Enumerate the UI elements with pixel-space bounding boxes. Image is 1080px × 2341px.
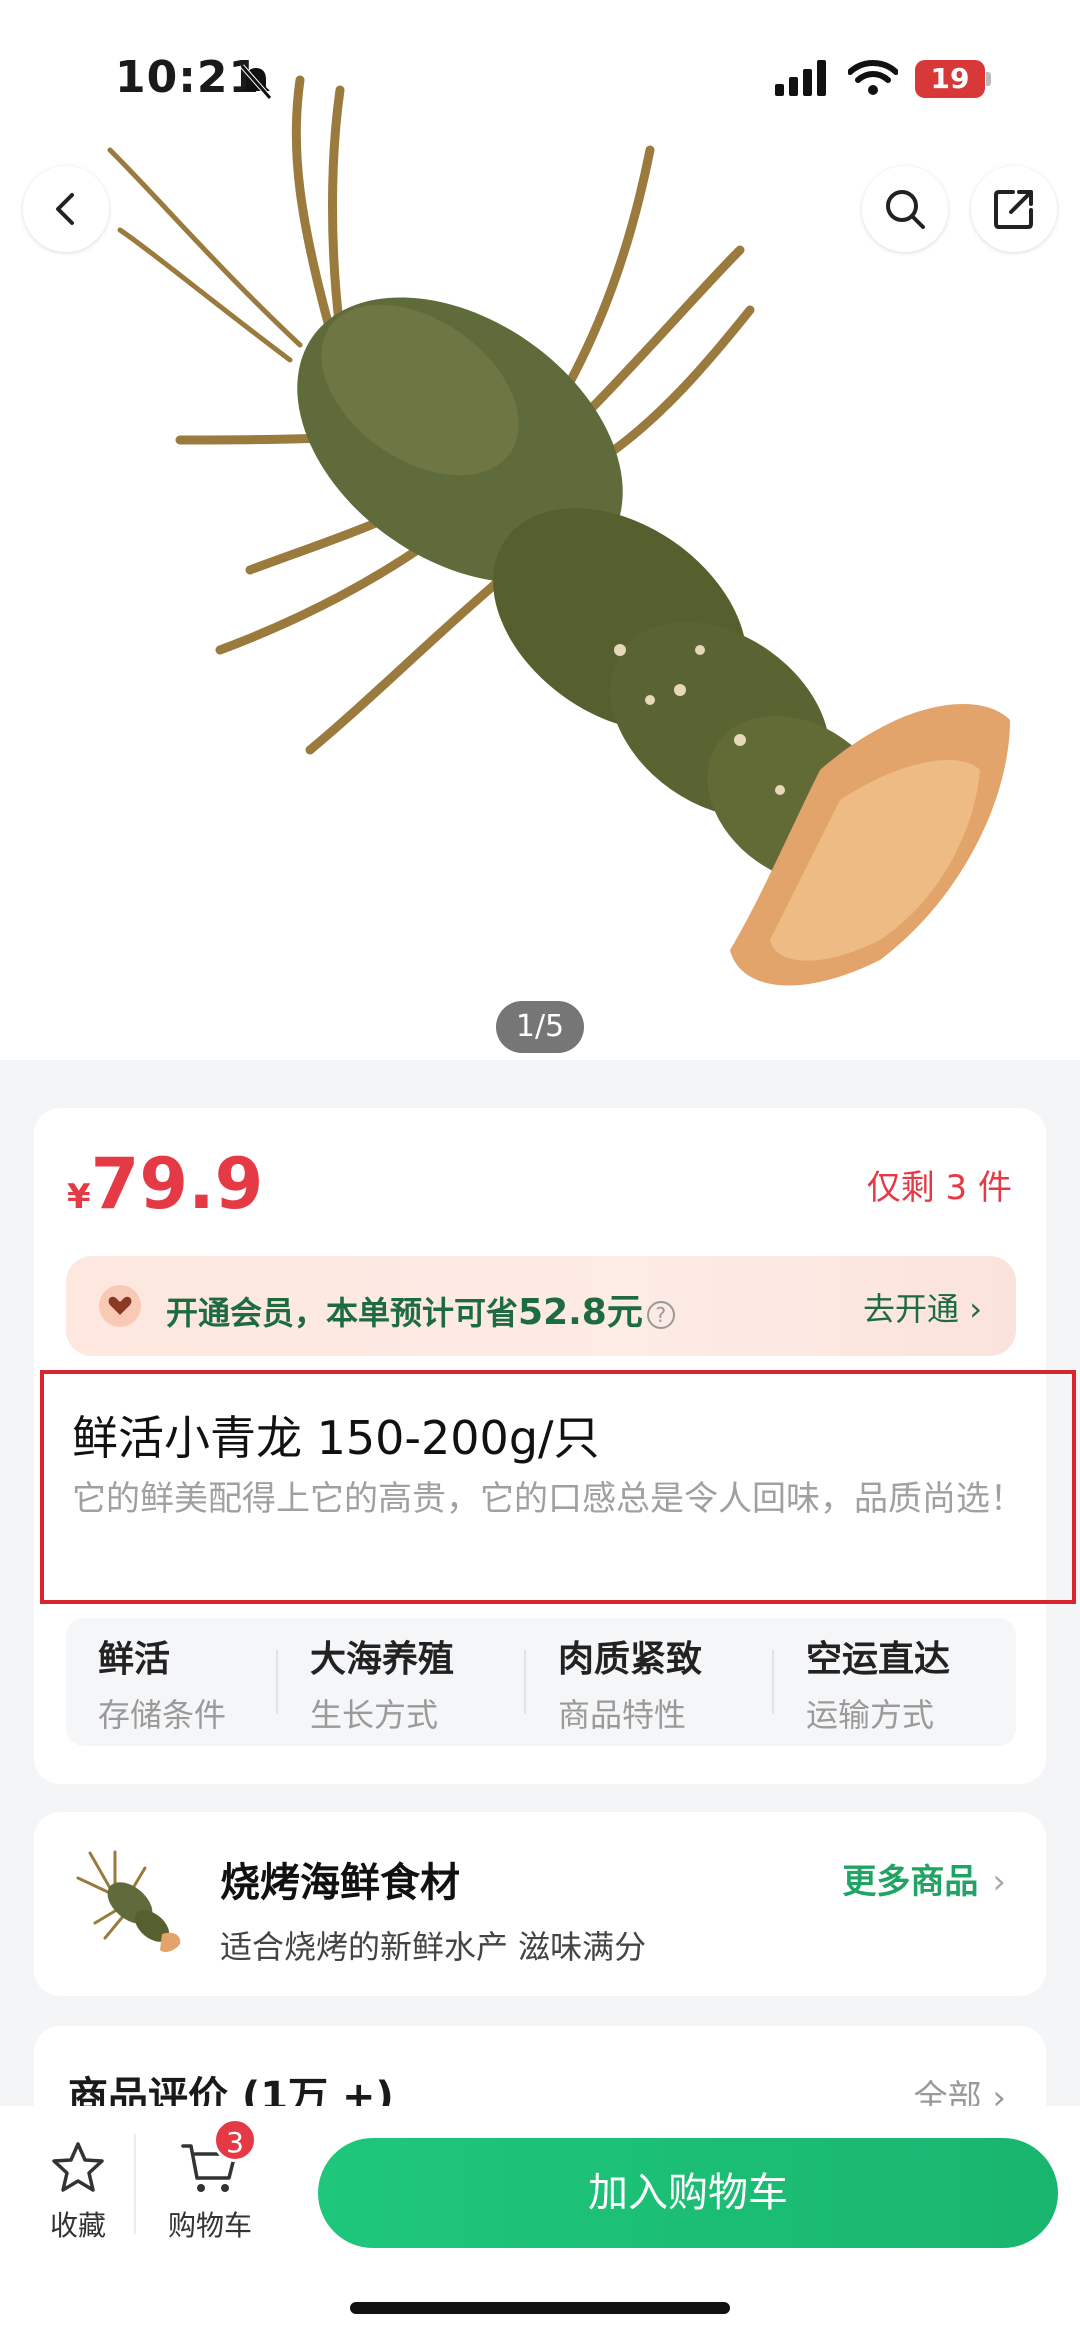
product-price: ¥79.9 bbox=[67, 1143, 263, 1225]
vip-savings-text: 开通会员，本单预计可省52.8元? bbox=[166, 1283, 675, 1335]
battery-cap bbox=[986, 72, 991, 86]
more-products-link[interactable]: 更多商品 › bbox=[842, 1854, 1006, 1903]
wifi-icon bbox=[848, 60, 898, 95]
attr-value: 大海养殖 bbox=[310, 1639, 455, 1680]
divider bbox=[134, 2134, 136, 2234]
chevron-right-icon: › bbox=[992, 1862, 1006, 1902]
gallery-pager: 1/5 bbox=[496, 1001, 584, 1053]
category-title: 烧烤海鲜食材 bbox=[220, 1860, 460, 1906]
category-card[interactable]: 烧烤海鲜食材 适合烧烤的新鲜水产 滋味满分 更多商品 › bbox=[34, 1812, 1046, 1996]
favorite-button[interactable]: 收藏 bbox=[38, 2140, 118, 2244]
search-button[interactable] bbox=[862, 166, 948, 252]
search-icon bbox=[886, 190, 925, 229]
category-thumbnail bbox=[76, 1850, 181, 1952]
product-info-card: ¥79.9 仅剩 3 件 开通会员，本单预计可省52.8元? 去开通 › 鲜活小… bbox=[34, 1108, 1076, 1784]
product-subtitle: 它的鲜美配得上它的高贵，它的口感总是令人回味，品质尚选！ bbox=[72, 1479, 1024, 1519]
battery-indicator: 19 bbox=[915, 60, 985, 98]
product-title: 鲜活小青龙 150-200g/只 bbox=[72, 1411, 600, 1465]
vip-membership-banner[interactable]: 开通会员，本单预计可省52.8元? 去开通 › bbox=[66, 1256, 1016, 1356]
star-icon bbox=[52, 2142, 104, 2192]
cart-label: 购物车 bbox=[167, 2209, 252, 2242]
category-subtitle: 适合烧烤的新鲜水产 滋味满分 bbox=[220, 1928, 647, 1966]
vip-text-main: 开通会员，本单预计可省 bbox=[166, 1294, 519, 1332]
product-attributes: 鲜活 存储条件 大海养殖 生长方式 肉质紧致 商品特性 空运直达 运输方式 bbox=[66, 1618, 1016, 1746]
cart-count-badge: 3 bbox=[213, 2118, 257, 2162]
currency-symbol: ¥ bbox=[67, 1177, 91, 1217]
bell-muted-icon bbox=[240, 64, 272, 100]
price-value: 79.9 bbox=[90, 1143, 264, 1225]
attr-value: 肉质紧致 bbox=[558, 1639, 703, 1680]
home-indicator[interactable] bbox=[350, 2302, 730, 2314]
attr-key: 生长方式 bbox=[310, 1696, 439, 1734]
attr-storage: 鲜活 存储条件 bbox=[66, 1630, 226, 1734]
lobster-product-image bbox=[107, 75, 1010, 986]
attr-key: 运输方式 bbox=[806, 1696, 935, 1734]
share-button[interactable] bbox=[971, 166, 1057, 252]
back-button[interactable] bbox=[23, 166, 109, 252]
attr-key: 商品特性 bbox=[558, 1696, 687, 1734]
attr-value: 空运直达 bbox=[806, 1639, 951, 1680]
stock-remaining: 仅剩 3 件 bbox=[866, 1168, 1012, 1208]
status-bar: 10:21 19 bbox=[0, 0, 1080, 150]
product-image-gallery[interactable] bbox=[0, 0, 1080, 1060]
help-icon[interactable]: ? bbox=[646, 1301, 675, 1329]
heart-icon bbox=[99, 1285, 141, 1327]
favorite-label: 收藏 bbox=[49, 2209, 106, 2242]
chevron-left-icon bbox=[56, 193, 74, 225]
more-products-label: 更多商品 bbox=[842, 1862, 979, 1902]
vip-open-link[interactable]: 去开通 › bbox=[863, 1284, 982, 1330]
attr-feature: 肉质紧致 商品特性 bbox=[526, 1630, 702, 1734]
add-to-cart-button[interactable]: 加入购物车 bbox=[318, 2138, 1058, 2248]
attr-key: 存储条件 bbox=[98, 1696, 227, 1734]
signal-icon bbox=[775, 60, 826, 96]
bottom-action-bar: 收藏 购物车 3 加入购物车 bbox=[0, 2106, 1080, 2341]
product-title-highlight: 鲜活小青龙 150-200g/只 它的鲜美配得上它的高贵，它的口感总是令人回味，… bbox=[40, 1370, 1076, 1604]
attr-value: 鲜活 bbox=[98, 1639, 171, 1680]
vip-save-amount: 52.8元 bbox=[518, 1292, 643, 1333]
attr-growth: 大海养殖 生长方式 bbox=[278, 1630, 454, 1734]
attr-shipping: 空运直达 运输方式 bbox=[774, 1630, 950, 1734]
share-icon bbox=[994, 190, 1033, 229]
